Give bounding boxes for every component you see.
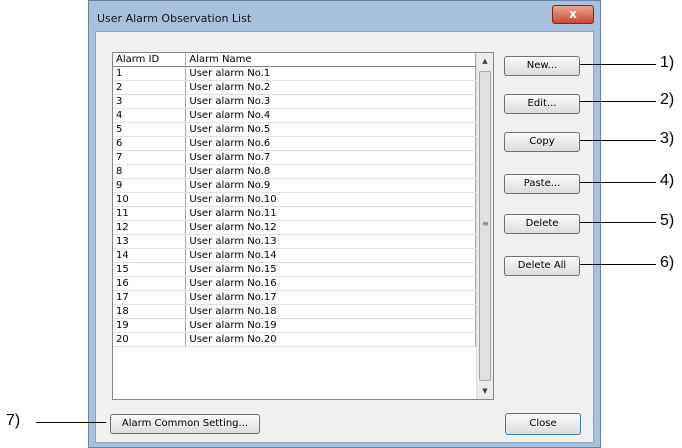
- callout-line-1: [580, 64, 656, 65]
- callout-label-1: 1): [660, 54, 675, 71]
- callout-line-2: [580, 101, 656, 102]
- callout-line-6: [580, 264, 656, 265]
- alarm-id-cell: 19: [113, 318, 187, 333]
- alarm-id-cell: 14: [113, 248, 187, 263]
- alarm-id-cell: 10: [113, 192, 187, 207]
- scroll-grip-icon: ≡: [482, 219, 489, 228]
- table-row[interactable]: 10 User alarm No.10: [113, 192, 476, 207]
- dialog-title: User Alarm Observation List: [97, 12, 252, 25]
- alarm-id-cell: 4: [113, 108, 187, 123]
- table-row[interactable]: 17 User alarm No.17: [113, 290, 476, 305]
- paste-button[interactable]: Paste...: [504, 174, 580, 194]
- alarm-id-cell: 12: [113, 220, 187, 235]
- table-row[interactable]: 1 User alarm No.1: [113, 66, 476, 81]
- table-row[interactable]: 7 User alarm No.7: [113, 150, 476, 165]
- table-row[interactable]: 14 User alarm No.14: [113, 248, 476, 263]
- copy-button[interactable]: Copy: [504, 132, 580, 152]
- table-row[interactable]: 6 User alarm No.6: [113, 136, 476, 151]
- alarm-id-cell: 9: [113, 178, 187, 193]
- alarm-id-cell: 3: [113, 94, 187, 109]
- alarm-id-cell: 11: [113, 206, 187, 221]
- title-bar: User Alarm Observation List x: [89, 1, 600, 31]
- table-row[interactable]: 18 User alarm No.18: [113, 304, 476, 319]
- alarm-name-cell: User alarm No.12: [185, 220, 476, 235]
- table-row[interactable]: 2 User alarm No.2: [113, 80, 476, 95]
- delete-button[interactable]: Delete: [504, 214, 580, 234]
- table-row[interactable]: 19 User alarm No.19: [113, 318, 476, 333]
- alarm-name-cell: User alarm No.16: [185, 276, 476, 291]
- alarm-id-cell: 20: [113, 332, 187, 347]
- table-row[interactable]: 4 User alarm No.4: [113, 108, 476, 123]
- delete-all-button[interactable]: Delete All: [504, 256, 580, 276]
- callout-label-6: 6): [660, 254, 675, 271]
- alarm-list-inner: Alarm ID Alarm Name 1 User alarm No.1 2 Use…: [113, 53, 476, 399]
- alarm-list[interactable]: Alarm ID Alarm Name 1 User alarm No.1 2 Use…: [112, 52, 494, 400]
- callout-label-5: 5): [660, 212, 675, 229]
- alarm-id-cell: 18: [113, 304, 187, 319]
- table-row[interactable]: 8 User alarm No.8: [113, 164, 476, 179]
- table-row[interactable]: 12 User alarm No.12: [113, 220, 476, 235]
- alarm-table: Alarm ID Alarm Name 1 User alarm No.1 2 Use…: [113, 53, 476, 347]
- alarm-name-cell: User alarm No.13: [185, 234, 476, 249]
- alarm-name-cell: User alarm No.19: [185, 318, 476, 333]
- alarm-common-setting-button[interactable]: Alarm Common Setting...: [110, 414, 260, 434]
- callout-line-5: [580, 222, 656, 223]
- column-header-alarm-name[interactable]: Alarm Name: [185, 53, 476, 67]
- alarm-name-cell: User alarm No.17: [185, 290, 476, 305]
- alarm-id-cell: 6: [113, 136, 187, 151]
- table-row[interactable]: 16 User alarm No.16: [113, 276, 476, 291]
- dialog-body: Alarm ID Alarm Name 1 User alarm No.1 2 Use…: [95, 31, 594, 443]
- table-row[interactable]: 3 User alarm No.3: [113, 94, 476, 109]
- close-button[interactable]: Close: [505, 413, 581, 435]
- callout-label-7: 7): [6, 412, 21, 429]
- table-row[interactable]: 11 User alarm No.11: [113, 206, 476, 221]
- alarm-name-cell: User alarm No.18: [185, 304, 476, 319]
- alarm-name-cell: User alarm No.2: [185, 80, 476, 95]
- scroll-up-icon[interactable]: ▲: [477, 53, 493, 69]
- scroll-down-icon[interactable]: ▼: [477, 383, 493, 399]
- table-row[interactable]: 5 User alarm No.5: [113, 122, 476, 137]
- alarm-name-cell: User alarm No.15: [185, 262, 476, 277]
- alarm-id-cell: 2: [113, 80, 187, 95]
- alarm-name-cell: User alarm No.7: [185, 150, 476, 165]
- alarm-name-cell: User alarm No.11: [185, 206, 476, 221]
- callout-line-4: [580, 182, 656, 183]
- alarm-name-cell: User alarm No.8: [185, 164, 476, 179]
- table-row[interactable]: 13 User alarm No.13: [113, 234, 476, 249]
- callout-label-2: 2): [660, 91, 675, 108]
- alarm-name-cell: User alarm No.3: [185, 94, 476, 109]
- table-row[interactable]: 20 User alarm No.20: [113, 332, 476, 347]
- callout-label-4: 4): [660, 172, 675, 189]
- callout-line-3: [580, 140, 656, 141]
- alarm-name-cell: User alarm No.5: [185, 122, 476, 137]
- callout-line-7: [36, 422, 106, 423]
- table-body: 1 User alarm No.1 2 User alarm No.2 3 User al…: [113, 66, 476, 347]
- table-row[interactable]: 15 User alarm No.15: [113, 262, 476, 277]
- alarm-name-cell: User alarm No.20: [185, 332, 476, 347]
- column-header-alarm-id[interactable]: Alarm ID: [113, 53, 187, 67]
- alarm-id-cell: 1: [113, 66, 187, 81]
- edit-button[interactable]: Edit...: [504, 94, 580, 114]
- alarm-id-cell: 7: [113, 150, 187, 165]
- alarm-id-cell: 5: [113, 122, 187, 137]
- alarm-id-cell: 17: [113, 290, 187, 305]
- vertical-scrollbar[interactable]: ▲ ≡ ▼: [476, 53, 493, 399]
- scroll-thumb[interactable]: ≡: [479, 71, 491, 381]
- alarm-name-cell: User alarm No.10: [185, 192, 476, 207]
- alarm-name-cell: User alarm No.14: [185, 248, 476, 263]
- close-icon[interactable]: x: [552, 5, 594, 24]
- alarm-id-cell: 16: [113, 276, 187, 291]
- new-button[interactable]: New...: [504, 56, 580, 76]
- alarm-id-cell: 15: [113, 262, 187, 277]
- table-header-row: Alarm ID Alarm Name: [113, 53, 476, 67]
- callout-label-3: 3): [660, 130, 675, 147]
- table-row[interactable]: 9 User alarm No.9: [113, 178, 476, 193]
- alarm-name-cell: User alarm No.9: [185, 178, 476, 193]
- alarm-name-cell: User alarm No.1: [185, 66, 476, 81]
- alarm-id-cell: 13: [113, 234, 187, 249]
- alarm-list-dialog: User Alarm Observation List x Alarm ID A…: [88, 0, 601, 448]
- alarm-name-cell: User alarm No.6: [185, 136, 476, 151]
- alarm-id-cell: 8: [113, 164, 187, 179]
- alarm-name-cell: User alarm No.4: [185, 108, 476, 123]
